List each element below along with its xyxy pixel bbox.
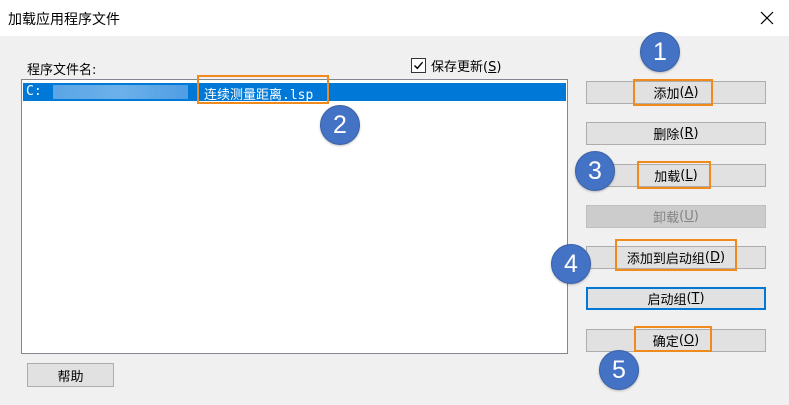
delete-button[interactable]: 删除(R) (586, 122, 766, 145)
program-files-label: 程序文件名: (27, 63, 97, 78)
checkmark-icon (414, 61, 424, 69)
unload-button[interactable]: 卸载(U) (586, 205, 766, 228)
help-button[interactable]: 帮助 (27, 363, 114, 387)
save-updates-label: 保存更新(S) (431, 59, 502, 75)
title-bar: 加载应用程序文件 (0, 0, 789, 36)
program-files-list[interactable]: C: 连续测量距离.lsp (21, 79, 568, 354)
window-title: 加载应用程序文件 (8, 12, 120, 28)
ok-button[interactable]: 确定(O) (586, 329, 766, 352)
add-button[interactable]: 添加(A) (586, 81, 766, 104)
save-updates-checkbox[interactable]: 保存更新(S) (411, 56, 502, 75)
step-badge-5: 5 (599, 350, 639, 390)
step-badge-3: 3 (575, 151, 615, 191)
list-item-selected[interactable]: C: 连续测量距离.lsp (23, 83, 566, 103)
add-to-startup-button[interactable]: 添加到启动组(D) (586, 246, 766, 269)
step-badge-4: 4 (551, 244, 591, 284)
checkbox-box[interactable] (411, 57, 426, 73)
startup-suite-button[interactable]: 启动组(T) (586, 287, 766, 310)
redacted-path (53, 85, 188, 99)
list-item-drive: C: (26, 84, 42, 99)
step-badge-1: 1 (640, 32, 680, 72)
step-badge-2: 2 (320, 105, 360, 145)
close-button[interactable] (752, 3, 782, 33)
close-icon (760, 11, 774, 25)
list-item-filename: 连续测量距离.lsp (204, 88, 314, 103)
